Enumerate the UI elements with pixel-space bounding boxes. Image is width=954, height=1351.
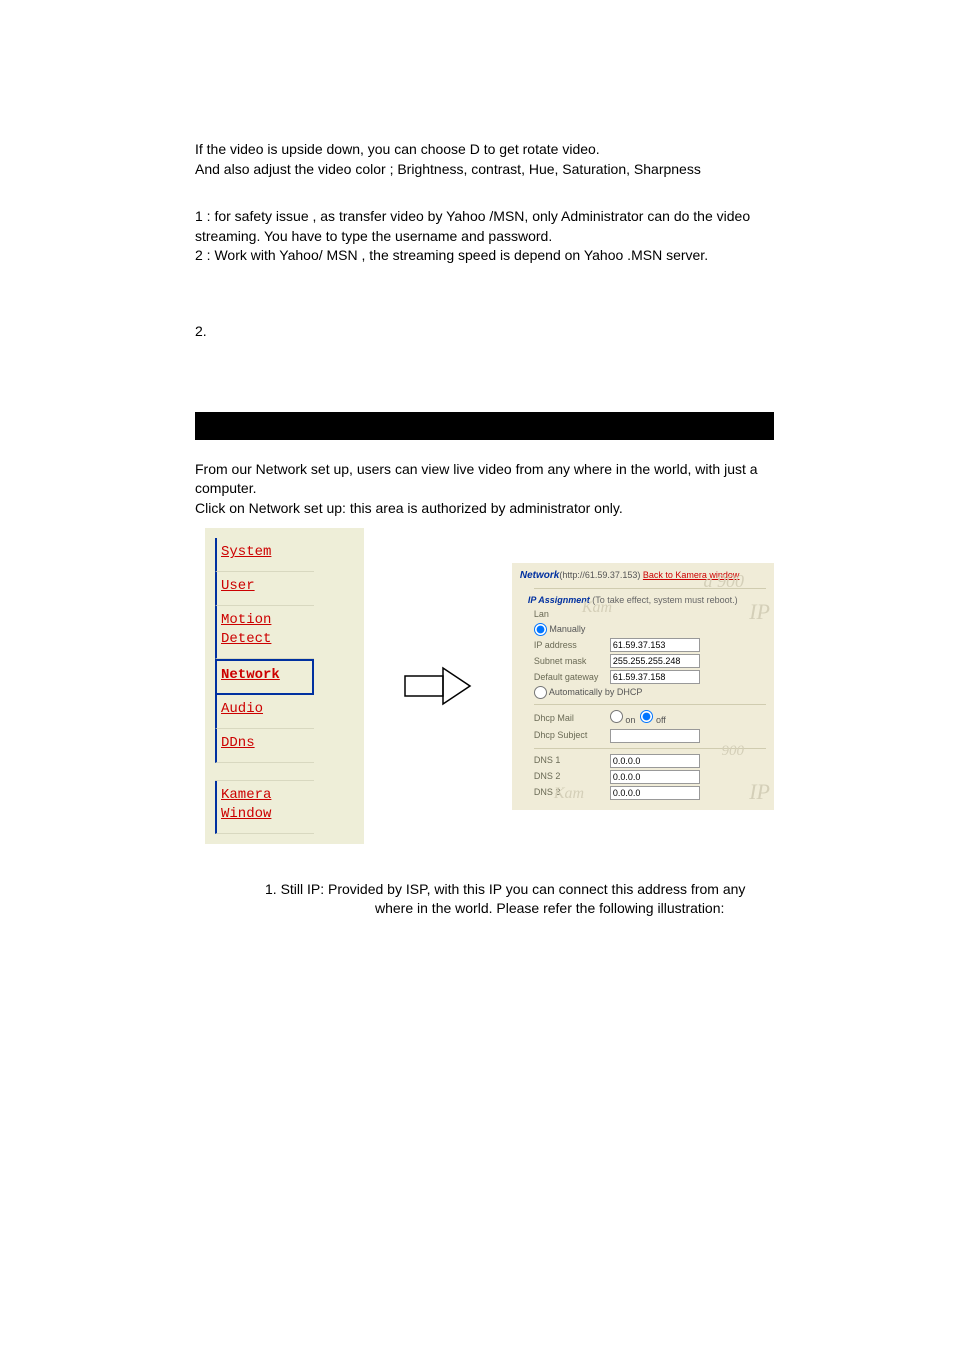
gateway-input[interactable] — [610, 670, 700, 684]
network-desc1: From our Network set up, users can view … — [195, 460, 774, 499]
sidebar-item-system[interactable]: System — [215, 538, 314, 572]
lan-label: Lan — [534, 608, 766, 621]
ip-label: IP address — [534, 639, 604, 652]
ip-assignment-label: IP Assignment — [528, 595, 590, 605]
arrow-right-icon — [404, 666, 472, 706]
ip-input[interactable] — [610, 638, 700, 652]
intro-line2: And also adjust the video color ; Bright… — [195, 160, 774, 180]
footnote-line1: 1. Still IP: Provided by ISP, with this … — [265, 880, 774, 900]
dhcp-off-radio[interactable] — [640, 710, 653, 723]
dns1-label: DNS 1 — [534, 754, 604, 767]
footnote-line2: where in the world. Please refer the fol… — [375, 899, 774, 919]
intro-line1: If the video is upside down, you can cho… — [195, 140, 774, 160]
sidebar-item-ddns[interactable]: DDns — [215, 729, 314, 763]
sidebar-item-kamera[interactable]: Kamera Window — [215, 781, 314, 834]
mask-input[interactable] — [610, 654, 700, 668]
network-desc2: Click on Network set up: this area is au… — [195, 499, 774, 519]
back-link[interactable]: Back to Kamera window — [643, 570, 740, 580]
sidebar-item-audio[interactable]: Audio — [215, 695, 314, 729]
dhcp-on-radio[interactable] — [610, 710, 623, 723]
intro-note2: 2 : Work with Yahoo/ MSN , the streaming… — [195, 246, 774, 266]
manual-radio[interactable] — [534, 623, 547, 636]
section-header-bar — [195, 412, 774, 440]
dhcp-off-label: off — [656, 715, 666, 725]
ip-assignment-note: (To take effect, system must reboot.) — [590, 595, 738, 605]
network-panel: a 900 IP Kam 900 Kam IP Network(http://6… — [512, 563, 774, 810]
panel-title: Network — [520, 570, 559, 581]
dhcp-subject-input[interactable] — [610, 729, 700, 743]
dhcp-radio[interactable] — [534, 686, 547, 699]
dns2-input[interactable] — [610, 770, 700, 784]
dhcp-mail-label: Dhcp Mail — [534, 712, 604, 725]
manual-label: Manually — [549, 624, 585, 634]
sidebar-item-motion[interactable]: Motion Detect — [215, 606, 314, 659]
dns3-input[interactable] — [610, 786, 700, 800]
dns1-input[interactable] — [610, 754, 700, 768]
dhcp-subject-label: Dhcp Subject — [534, 729, 604, 742]
panel-title-rest: (http://61.59.37.153) — [559, 570, 643, 580]
sidebar-item-network[interactable]: Network — [215, 659, 314, 696]
gateway-label: Default gateway — [534, 671, 604, 684]
dhcp-auto-label: Automatically by DHCP — [549, 687, 643, 697]
sidebar-menu: System User Motion Detect Network Audio … — [205, 528, 364, 843]
dhcp-on-label: on — [625, 715, 635, 725]
dns2-label: DNS 2 — [534, 770, 604, 783]
sidebar-item-user[interactable]: User — [215, 572, 314, 606]
dns3-label: DNS 3 — [534, 786, 604, 799]
section-number: 2. — [195, 322, 774, 342]
mask-label: Subnet mask — [534, 655, 604, 668]
intro-note1: 1 : for safety issue , as transfer video… — [195, 207, 774, 246]
